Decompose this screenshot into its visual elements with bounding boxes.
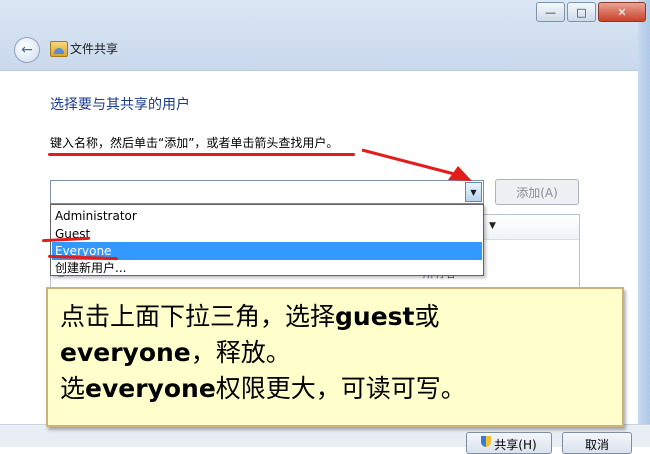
note-line-2: everyone，释放。 [60, 338, 291, 367]
note-line-3: 选everyone权限更大，可读可写。 [60, 374, 466, 403]
annotation-note: 点击上面下拉三角，选择guest或 everyone，释放。 选everyone… [46, 287, 624, 427]
note-line-1: 点击上面下拉三角，选择guest或 [60, 302, 440, 331]
share-button[interactable]: 共享(H) [466, 432, 552, 454]
share-button-label: 共享(H) [494, 438, 537, 452]
annotation-arrow-line [361, 148, 463, 178]
shield-icon [481, 436, 492, 447]
cancel-button[interactable]: 取消 [562, 432, 632, 454]
